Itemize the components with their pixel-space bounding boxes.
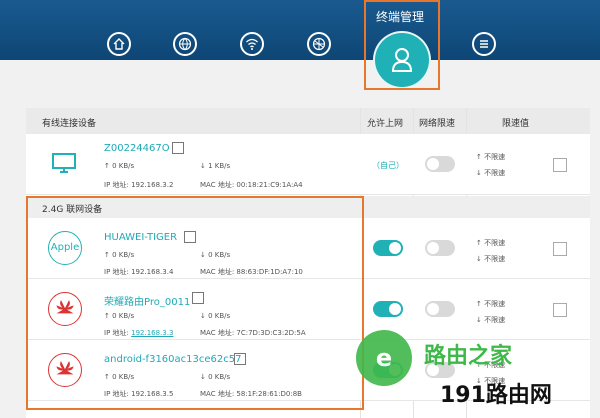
edit-icon[interactable] bbox=[172, 142, 184, 154]
mac-address: MAC 地址: 00:18:21:C9:1A:A4 bbox=[200, 181, 303, 189]
menu-icon[interactable] bbox=[472, 32, 496, 56]
speed-limit-toggle[interactable] bbox=[425, 156, 455, 172]
allow-internet-toggle[interactable] bbox=[373, 301, 403, 317]
limit-down-value: ↓ 不限速 bbox=[476, 316, 506, 324]
wired-section-label: 有线连接设备 bbox=[42, 119, 97, 129]
allow-internet-toggle[interactable] bbox=[373, 240, 403, 256]
self-label: （自己） bbox=[372, 161, 404, 170]
limit-up-value: ↑ 不限速 bbox=[476, 153, 506, 161]
globe-settings-icon[interactable] bbox=[307, 32, 331, 56]
highlight-box-devices bbox=[26, 196, 364, 410]
limit-up-value: ↑ 不限速 bbox=[476, 300, 506, 308]
watermark-logo: e bbox=[356, 330, 412, 386]
monitor-icon bbox=[52, 153, 76, 173]
ip-address: IP 地址: 192.168.3.2 bbox=[104, 181, 174, 189]
globe-icon[interactable] bbox=[173, 32, 197, 56]
limit-column-header: 网络限速 bbox=[419, 119, 456, 129]
download-speed: ↓ 1 KB/s bbox=[200, 162, 231, 170]
table-row-wired: Z00224467O ↑ 0 KB/s ↓ 1 KB/s IP 地址: 192.… bbox=[26, 134, 590, 195]
speed-limit-toggle[interactable] bbox=[425, 240, 455, 256]
limit-down-value: ↓ 不限速 bbox=[476, 169, 506, 177]
table-header: 有线连接设备 允许上网 网络限速 限速值 bbox=[26, 108, 590, 135]
watermark-site: 191路由网 bbox=[440, 383, 552, 408]
allow-column-header: 允许上网 bbox=[367, 119, 404, 129]
limit-down-value: ↓ 不限速 bbox=[476, 255, 506, 263]
top-nav-bar: 终端管理 bbox=[0, 0, 600, 60]
speed-limit-toggle[interactable] bbox=[425, 301, 455, 317]
device-name: Z00224467O bbox=[104, 143, 170, 154]
upload-speed: ↑ 0 KB/s bbox=[104, 162, 135, 170]
limit-edit-icon[interactable] bbox=[553, 303, 567, 317]
limit-edit-icon[interactable] bbox=[553, 242, 567, 256]
limit-up-value: ↑ 不限速 bbox=[476, 239, 506, 247]
wifi-icon[interactable] bbox=[240, 32, 264, 56]
highlight-box-nav bbox=[364, 0, 440, 90]
home-icon[interactable] bbox=[107, 32, 131, 56]
watermark-text: 路由之家 bbox=[424, 344, 513, 369]
limit-value-column-header: 限速值 bbox=[502, 119, 530, 129]
limit-edit-icon[interactable] bbox=[553, 158, 567, 172]
